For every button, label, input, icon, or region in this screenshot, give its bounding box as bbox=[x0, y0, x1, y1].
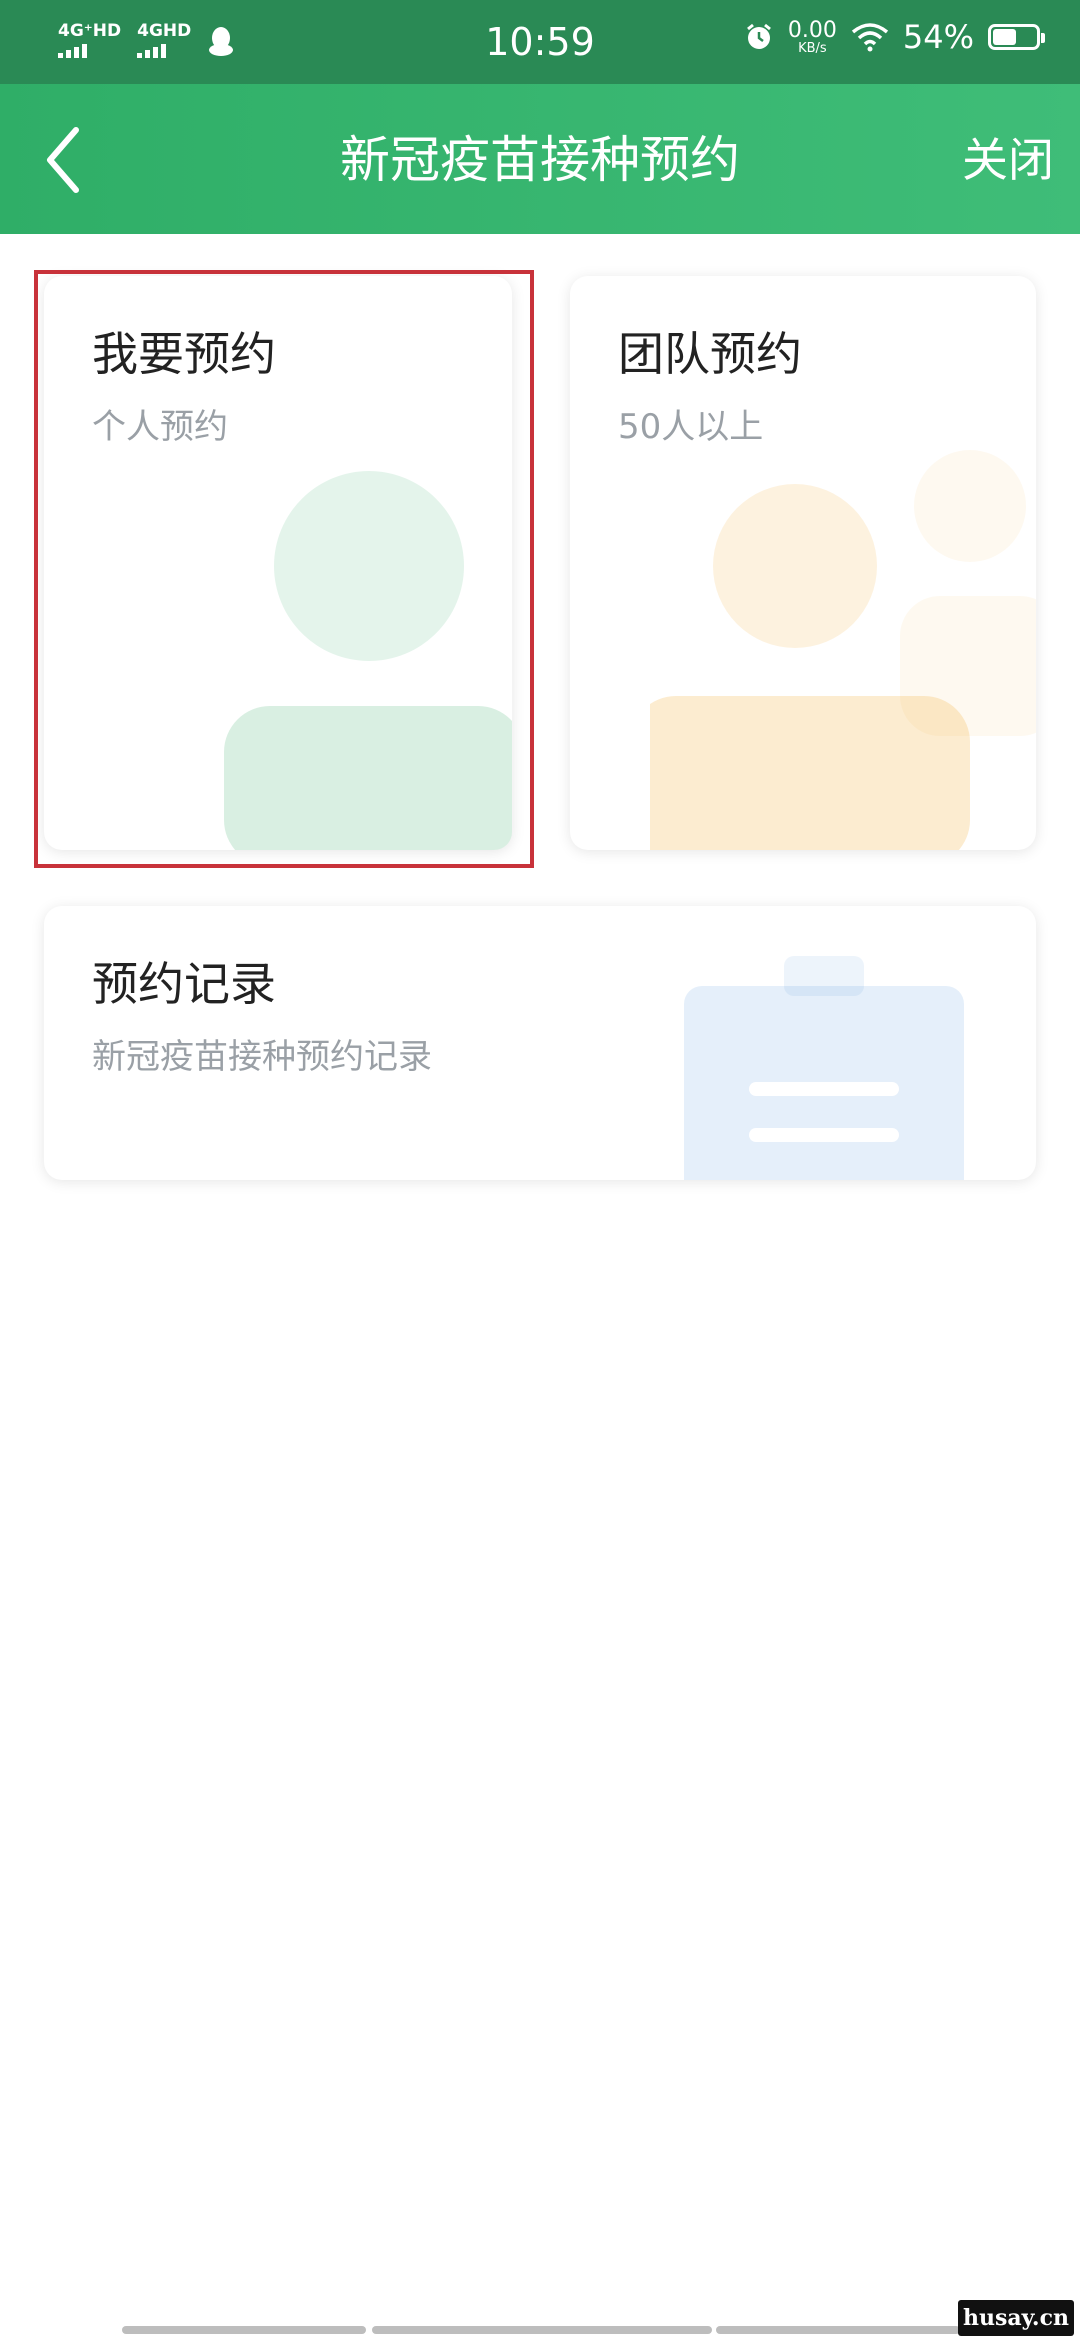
records-card-subtitle: 新冠疫苗接种预约记录 bbox=[92, 1037, 432, 1077]
records-card-title: 预约记录 bbox=[92, 957, 276, 1011]
nav-gesture-bar[interactable] bbox=[716, 2326, 960, 2334]
speed-value: 0.00 bbox=[787, 17, 837, 43]
status-right: 0.00 KB/s 54% bbox=[744, 17, 1045, 56]
battery-percent: 54% bbox=[902, 18, 974, 56]
battery-icon bbox=[988, 24, 1045, 50]
personal-appointment-card[interactable]: 我要预约 个人预约 bbox=[44, 276, 512, 850]
person-icon bbox=[224, 471, 512, 850]
appointment-records-card[interactable]: 预约记录 新冠疫苗接种预约记录 bbox=[44, 906, 1036, 1180]
network-speed: 0.00 KB/s bbox=[787, 17, 837, 56]
status-bar: 4G⁺HD 4GHD 10:59 0.00 KB/s 54% bbox=[0, 0, 1080, 84]
team-appointment-card[interactable]: 团队预约 50人以上 bbox=[570, 276, 1036, 850]
battery-level bbox=[993, 29, 1016, 45]
page-title: 新冠疫苗接种预约 bbox=[340, 131, 740, 189]
alarm-icon bbox=[746, 23, 771, 49]
nav-bar: 新冠疫苗接种预约 关闭 bbox=[0, 84, 1080, 234]
document-icon bbox=[684, 956, 964, 1180]
group-icon bbox=[650, 450, 1036, 850]
team-card-subtitle: 50人以上 bbox=[618, 407, 764, 447]
speed-unit: KB/s bbox=[798, 40, 827, 56]
team-card-title: 团队预约 bbox=[618, 327, 802, 381]
nav-gesture-bar[interactable] bbox=[372, 2326, 712, 2334]
watermark: husay.cn bbox=[958, 2300, 1074, 2336]
wifi-icon bbox=[851, 23, 888, 52]
nav-gesture-bar[interactable] bbox=[122, 2326, 366, 2334]
personal-card-title: 我要预约 bbox=[92, 327, 276, 381]
close-button[interactable]: 关闭 bbox=[962, 130, 1054, 190]
